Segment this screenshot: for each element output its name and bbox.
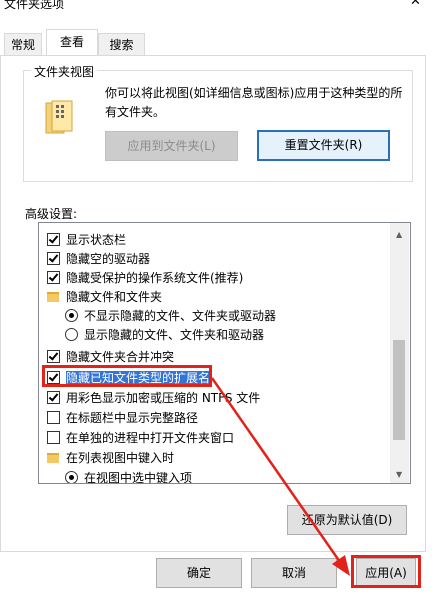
annotation-arrow — [210, 377, 350, 576]
tab-view[interactable]: 查看 — [46, 29, 98, 55]
